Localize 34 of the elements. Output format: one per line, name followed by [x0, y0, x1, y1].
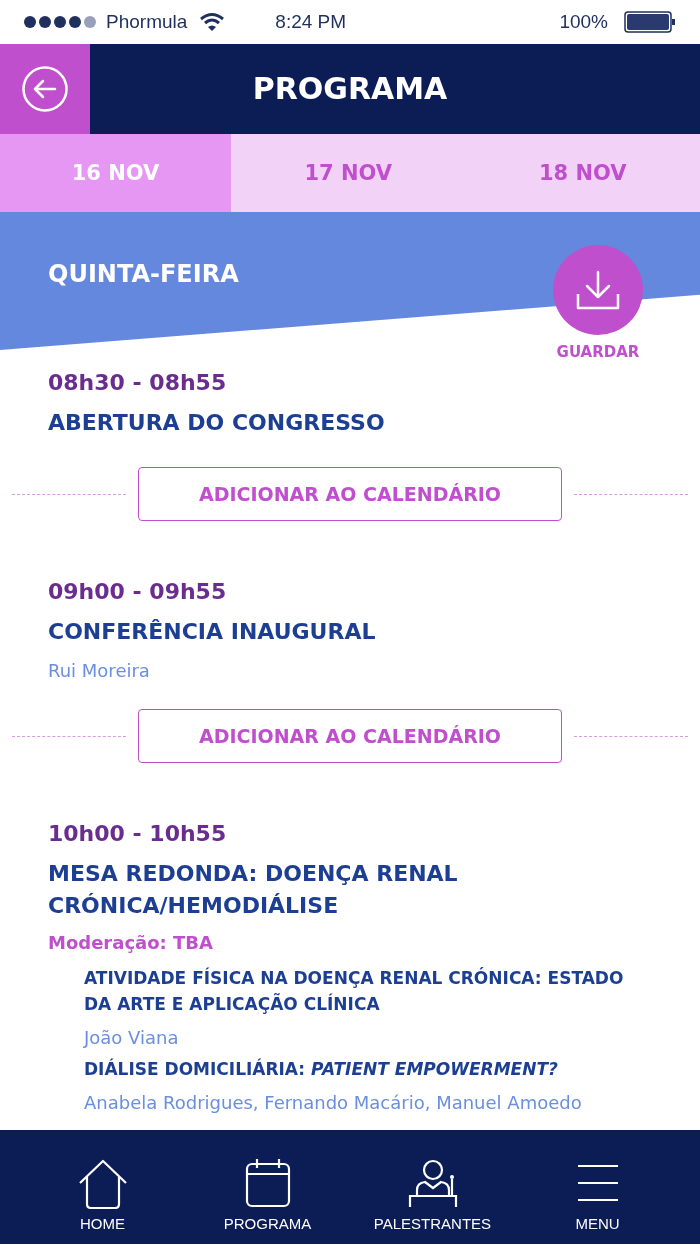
day-label: QUINTA-FEIRA: [48, 260, 239, 288]
session-title: MESA REDONDA: DOENÇA RENAL CRÓNICA/HEMODIÁLISE: [48, 860, 459, 920]
nav-item[interactable]: MENU: [532, 1130, 663, 1244]
back-icon: [21, 65, 69, 113]
moderation-text: Moderação: TBA: [48, 932, 214, 953]
back-button[interactable]: [0, 44, 90, 134]
nav-item[interactable]: PALESTRANTES: [367, 1130, 498, 1244]
nav-item[interactable]: HOME: [37, 1130, 168, 1244]
speaker-icon: [406, 1157, 459, 1209]
session-time: 09h00 - 09h55: [48, 579, 228, 604]
wifi-icon: [199, 12, 226, 32]
add-to-calendar-button[interactable]: ADICIONAR AO CALENDÁRIO: [138, 709, 562, 763]
add-to-calendar-button[interactable]: ADICIONAR AO CALENDÁRIO: [138, 467, 562, 521]
speaker-name: Anabela Rodrigues, Fernando Macário, Manuel Amoedo: [84, 1092, 583, 1113]
session-title: CONFERÊNCIA INAUGURAL: [48, 618, 377, 646]
battery-percent: 100%: [559, 11, 608, 33]
session-time: 10h00 - 10h55: [48, 821, 228, 846]
carrier-name: Phormula: [106, 11, 188, 33]
talk-title: ATIVIDADE FÍSICA NA DOENÇA RENAL CRÓNICA: ESTADO DA ARTE E APLICAÇÃO CLÍNICA: [84, 966, 625, 1016]
screen-title: PROGRAMA: [251, 70, 449, 108]
nav-item[interactable]: PROGRAMA: [202, 1130, 333, 1244]
talk-title: DIÁLISE DOMICILIÁRIA: PATIENT EMPOWERMENT?: [84, 1057, 559, 1081]
speaker-name: Rui Moreira: [48, 660, 151, 681]
session-time: 08h30 - 08h55: [48, 370, 228, 395]
status-time: 8:24 PM: [275, 11, 348, 33]
battery-icon: [624, 11, 676, 33]
session-title: ABERTURA DO CONGRESSO: [48, 409, 386, 437]
save-label: GUARDAR: [556, 343, 640, 361]
signal-icon: [24, 16, 96, 28]
date-tab[interactable]: 16 NOV: [0, 134, 231, 212]
date-tab[interactable]: 17 NOV: [231, 134, 466, 212]
download-icon: [576, 270, 620, 310]
date-tab[interactable]: 18 NOV: [465, 134, 700, 212]
speaker-name: João Viana: [84, 1027, 180, 1048]
